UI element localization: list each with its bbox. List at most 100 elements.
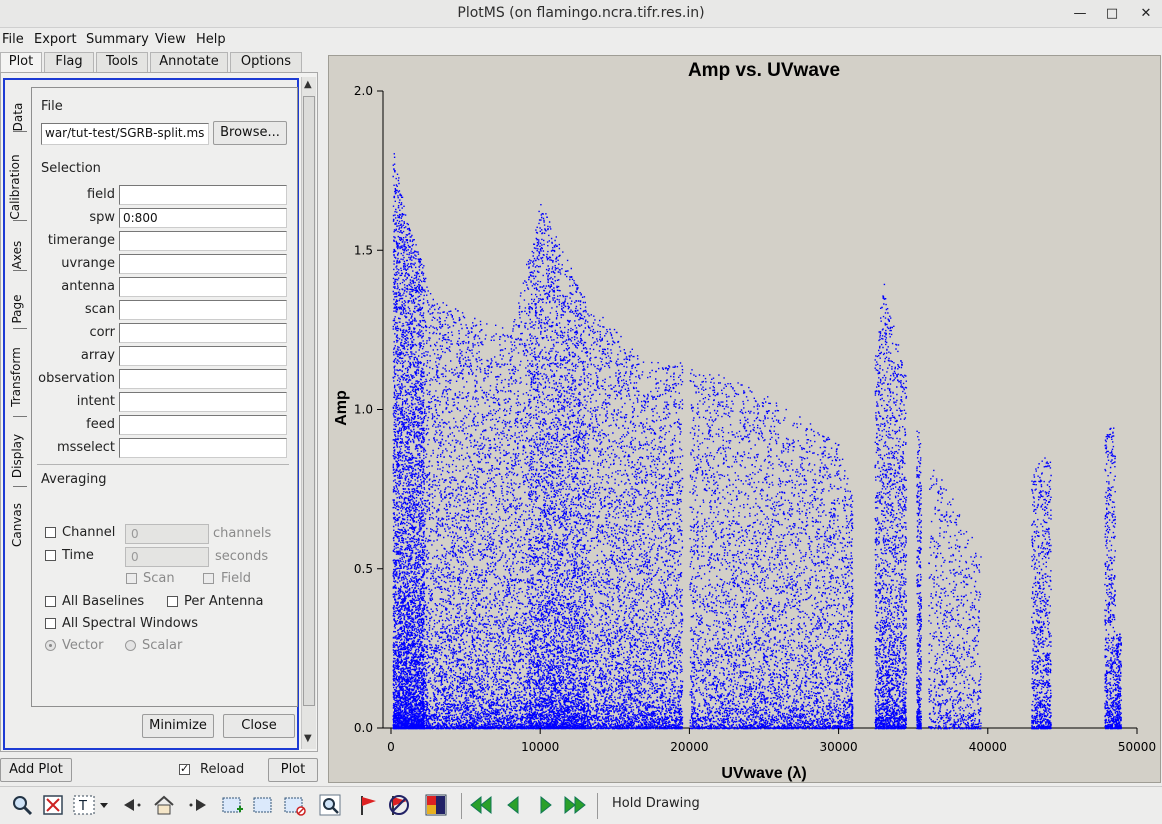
tab-tools[interactable]: Tools [96,52,148,72]
vtab-axes[interactable]: Axes [10,237,24,273]
time-input[interactable]: 0 [125,547,209,567]
all-baselines-checkbox[interactable] [45,596,56,607]
vtab-canvas[interactable]: Canvas [10,495,24,555]
per-antenna-checkbox[interactable] [167,596,178,607]
channel-label: Channel [62,525,116,540]
channel-checkbox[interactable] [45,527,56,538]
selection-separator [37,464,289,465]
file-path-input[interactable]: war/tut-test/SGRB-split.ms [41,123,209,145]
zoom-fit-icon[interactable] [41,793,65,817]
flag-extensions-icon[interactable] [424,793,448,817]
scan-input[interactable] [119,300,287,320]
x-tick-label: 0 [387,740,395,754]
hold-drawing-label[interactable]: Hold Drawing [612,796,700,811]
array-input[interactable] [119,346,287,366]
vtab-divider [13,416,27,417]
reload-checkbox[interactable] [179,762,190,775]
panel-scrollbar[interactable]: ▲ ▼ [301,77,316,749]
home-icon[interactable] [152,793,176,817]
timerange-input[interactable] [119,231,287,251]
back-arrow-icon[interactable] [120,793,144,817]
scroll-down-icon[interactable]: ▼ [304,733,312,744]
intent-input[interactable] [119,392,287,412]
field-input[interactable] [119,185,287,205]
all-baselines-label: All Baselines [62,594,145,609]
scalar-radio[interactable] [125,640,136,651]
y-tick-label: 0.0 [354,721,373,735]
scatter-point-cluster [528,204,587,730]
vtab-calibration[interactable]: Calibration [8,147,22,227]
x-axis-label: UVwave (λ) [721,765,806,782]
select-region-icon[interactable] [220,793,244,817]
scatter-point-cluster [585,311,684,730]
vtab-page[interactable]: Page [10,291,24,327]
chart-title: Amp vs. UVwave [688,60,840,81]
window-title: PlotMS (on flamingo.ncra.tifr.res.in) [457,5,705,21]
vtab-transform[interactable]: Transform [9,342,23,412]
maximize-window-button[interactable]: □ [1102,4,1122,24]
flag-icon[interactable] [356,793,380,817]
tab-flag[interactable]: Flag [44,52,94,72]
data-tab-frame: Data Calibration Axes Page Transform Dis… [3,78,299,750]
observation-input[interactable] [119,369,287,389]
corr-input[interactable] [119,323,287,343]
plot-canvas[interactable]: Amp vs. UVwave Amp UVwave (λ) 0 10000 2000… [328,55,1161,783]
menu-view[interactable]: View [155,32,186,47]
scalar-label: Scalar [142,638,183,653]
x-tick-label: 10000 [521,740,559,754]
first-iteration-icon[interactable] [469,793,493,817]
msselect-input[interactable] [119,438,287,458]
field-avg-checkbox[interactable] [203,573,214,584]
minimize-window-button[interactable]: — [1070,4,1090,24]
tab-options[interactable]: Options [230,52,302,72]
menu-help[interactable]: Help [196,32,226,47]
unflag-icon[interactable] [387,793,411,817]
annotate-text-icon[interactable]: T [72,793,112,817]
scatter-chart: Amp vs. UVwave Amp UVwave (λ) 0 10000 2000… [333,60,1156,782]
close-button[interactable]: Close [223,714,295,738]
browse-button[interactable]: Browse... [213,121,287,145]
file-heading: File [41,99,63,114]
delete-region-icon[interactable] [282,793,306,817]
corr-label: corr [89,325,115,340]
vtab-divider [13,131,27,132]
scrollbar-thumb[interactable] [303,96,315,706]
scroll-up-icon[interactable]: ▲ [304,79,312,90]
locate-icon[interactable] [318,793,342,817]
feed-input[interactable] [119,415,287,435]
last-iteration-icon[interactable] [563,793,587,817]
channel-input[interactable]: 0 [125,524,209,544]
tab-plot[interactable]: Plot [0,52,42,73]
vtab-data[interactable]: Data [11,102,25,132]
next-iteration-icon[interactable] [533,793,557,817]
close-window-button[interactable]: ✕ [1136,4,1156,24]
spw-input[interactable]: 0:800 [119,208,287,228]
prev-iteration-icon[interactable] [502,793,526,817]
antenna-input[interactable] [119,277,287,297]
add-plot-button[interactable]: Add Plot [0,758,72,782]
vtab-divider [13,328,27,329]
subtract-region-icon[interactable] [251,793,275,817]
uvrange-input[interactable] [119,254,287,274]
reload-label: Reload [200,762,245,777]
all-spectral-windows-checkbox[interactable] [45,618,56,629]
toolbar-separator [597,793,598,819]
scatter-point-cluster [928,469,982,730]
menubar: File Export Summary View Help [0,30,1162,50]
forward-arrow-icon[interactable] [186,793,210,817]
vtab-display[interactable]: Display [10,426,24,486]
vector-radio[interactable] [45,640,56,651]
y-tick-label: 1.5 [354,243,373,257]
minimize-button[interactable]: Minimize [142,714,214,738]
y-tick-label: 1.0 [354,403,373,417]
scatter-point-cluster [1104,427,1122,730]
tab-annotate[interactable]: Annotate [150,52,228,72]
scan-avg-checkbox[interactable] [126,573,137,584]
observation-label: observation [38,371,115,386]
menu-summary[interactable]: Summary [86,32,149,47]
menu-export[interactable]: Export [34,32,77,47]
time-checkbox[interactable] [45,550,56,561]
plot-button[interactable]: Plot [268,758,318,782]
menu-file[interactable]: File [2,32,24,47]
zoom-icon[interactable] [10,793,34,817]
